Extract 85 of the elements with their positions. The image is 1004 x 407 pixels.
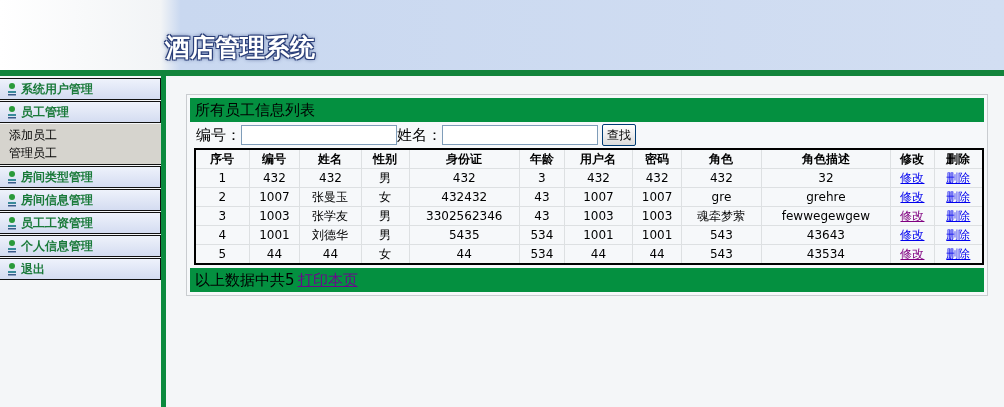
table-cell: 44 (590, 247, 607, 261)
table-cell: 44 (456, 247, 472, 261)
person-icon (7, 239, 17, 253)
sidebar-item[interactable]: 系统用户管理 (0, 78, 161, 100)
table-cell: 44 (322, 247, 339, 261)
table-cell: 1001 (641, 228, 673, 242)
table-cell: 张曼玉 (312, 189, 349, 204)
table-cell: 5 (218, 247, 227, 261)
person-icon (7, 170, 17, 184)
field-label: 编号： (196, 125, 241, 145)
table-cell: 432 (709, 171, 733, 185)
column-header: 编号 (249, 149, 300, 169)
table-cell: 1003 (259, 209, 290, 223)
column-header: 角色 (681, 149, 762, 169)
sidebar-item[interactable]: 房间信息管理 (0, 189, 161, 211)
table-cell: 32 (818, 171, 834, 185)
table-cell: 543 (709, 228, 733, 242)
table-cell: 女 (379, 246, 392, 261)
table-cell: 432 (319, 171, 342, 185)
column-header: 修改 (890, 149, 935, 169)
table-cell: 2 (218, 190, 227, 204)
column-header: 身份证 (409, 149, 520, 169)
panel-title: 所有员工信息列表 (195, 100, 315, 120)
table-cell: gre (711, 190, 732, 204)
table-cell: 1007 (641, 190, 673, 204)
table-cell: fewwegewgew (781, 209, 870, 223)
search-button[interactable]: 查找 (602, 124, 636, 146)
table-cell: 43643 (806, 228, 845, 242)
sidebar-item[interactable]: 个人信息管理 (0, 235, 161, 257)
column-header: 密码 (632, 149, 682, 169)
submenu-item[interactable]: 添加员工 (9, 126, 161, 144)
field-label: 姓名： (397, 125, 442, 145)
table-cell: 张学友 (312, 208, 349, 223)
table-cell: 4 (218, 228, 227, 242)
table-cell: 432 (452, 171, 476, 185)
table-cell: 44 (266, 247, 283, 261)
table-cell: 43 (534, 209, 550, 223)
table-cell: 男 (379, 227, 392, 242)
table-cell: grehre (806, 190, 846, 204)
sidebar-item[interactable]: 房间类型管理 (0, 166, 161, 188)
sidebar-item[interactable]: 员工工资管理 (0, 212, 161, 234)
table-cell: 1007 (259, 190, 290, 204)
table-cell: 43 (534, 190, 550, 204)
person-icon (7, 82, 17, 96)
table-cell: 1001 (583, 228, 614, 242)
table-cell: 3 (218, 209, 227, 223)
column-header: 年龄 (519, 149, 565, 169)
column-header: 姓名 (299, 149, 362, 169)
table-cell: 魂牵梦萦 (697, 208, 746, 223)
person-icon (7, 105, 17, 119)
table-cell: 534 (530, 247, 554, 261)
table-cell: 1001 (259, 228, 290, 242)
table-cell: 女 (379, 189, 392, 204)
table-cell: 432432 (441, 190, 488, 204)
table-cell: 刘德华 (312, 227, 349, 242)
table-cell: 432 (587, 171, 610, 185)
submenu-item[interactable]: 管理员工 (9, 144, 161, 162)
table-cell: 432 (262, 171, 286, 185)
search-field[interactable] (241, 125, 397, 145)
table-cell: 5435 (449, 228, 480, 242)
sidebar-item[interactable]: 员工管理 (0, 101, 161, 123)
table-cell: 534 (530, 228, 554, 242)
person-icon (7, 193, 17, 207)
app-title: 酒店管理系统 (165, 32, 315, 64)
search-field[interactable] (442, 125, 598, 145)
table-cell: 3 (538, 171, 546, 185)
column-header: 序号 (195, 149, 250, 169)
table-cell: 1 (218, 171, 227, 185)
table-cell: 44 (649, 247, 665, 261)
table-cell: 1007 (583, 190, 614, 204)
sidebar-item[interactable]: 退出 (0, 258, 161, 280)
table-cell: 43534 (806, 247, 845, 261)
table-cell: 3302562346 (426, 209, 503, 223)
table-cell: 男 (379, 170, 392, 185)
person-icon (7, 262, 17, 276)
table-cell: 男 (379, 208, 392, 223)
table-cell: 432 (645, 171, 669, 185)
column-header: 角色描述 (761, 149, 891, 169)
column-header: 性别 (361, 149, 410, 169)
table-cell: 543 (709, 247, 733, 261)
table-cell: 1003 (583, 209, 614, 223)
table-cell: 1003 (641, 209, 673, 223)
column-header: 用户名 (564, 149, 633, 169)
record-count: 以上数据中共5 (195, 270, 295, 290)
person-icon (7, 216, 17, 230)
